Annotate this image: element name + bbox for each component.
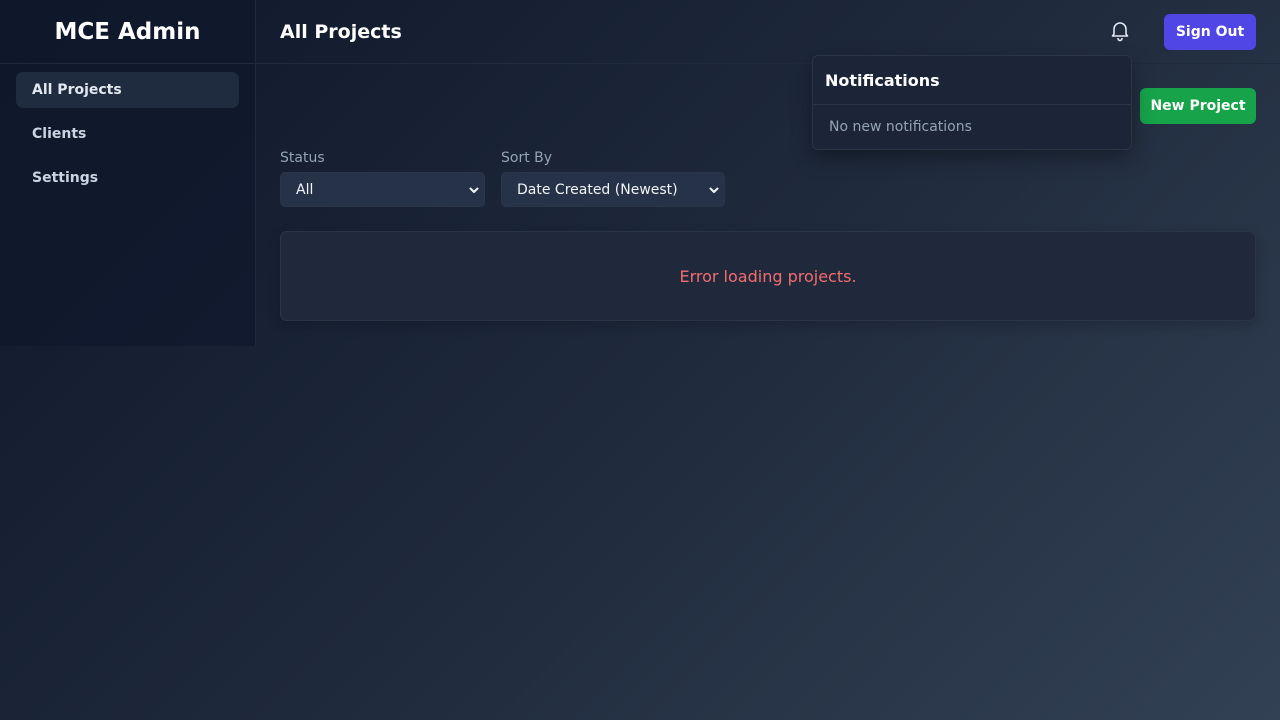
sort-select-value: Date Created (Newest)	[517, 181, 678, 198]
projects-panel: Error loading projects.	[280, 231, 1256, 321]
sidebar-item-settings[interactable]: Settings	[16, 160, 239, 196]
sidebar-item-label: Settings	[32, 170, 99, 186]
app-logo: MCE Admin	[0, 0, 255, 64]
notifications-title: Notifications	[813, 56, 1131, 105]
sign-out-button[interactable]: Sign Out	[1164, 14, 1256, 50]
status-select[interactable]: All	[280, 172, 485, 207]
notifications-dropdown: Notifications No new notifications	[812, 55, 1132, 150]
sidebar: MCE Admin All Projects Clients Settings	[0, 0, 256, 346]
sort-filter: Sort By Date Created (Newest)	[501, 150, 725, 207]
notifications-empty-text: No new notifications	[829, 119, 972, 135]
sort-select[interactable]: Date Created (Newest)	[501, 172, 725, 207]
sidebar-item-label: Clients	[32, 126, 87, 142]
sidebar-nav: All Projects Clients Settings	[0, 64, 255, 212]
error-message: Error loading projects.	[679, 266, 857, 286]
sort-filter-label: Sort By	[501, 150, 553, 166]
sidebar-item-label: All Projects	[32, 82, 122, 98]
page-title: All Projects	[280, 20, 402, 43]
chevron-down-icon	[469, 187, 479, 193]
sidebar-item-clients[interactable]: Clients	[16, 116, 239, 152]
bell-icon[interactable]	[1108, 18, 1132, 42]
status-select-value: All	[296, 181, 314, 198]
status-filter-label: Status	[280, 150, 325, 166]
chevron-down-icon	[709, 187, 719, 193]
status-filter: Status All	[280, 150, 485, 207]
new-project-button[interactable]: New Project	[1140, 88, 1256, 124]
sidebar-item-all-projects[interactable]: All Projects	[16, 72, 239, 108]
